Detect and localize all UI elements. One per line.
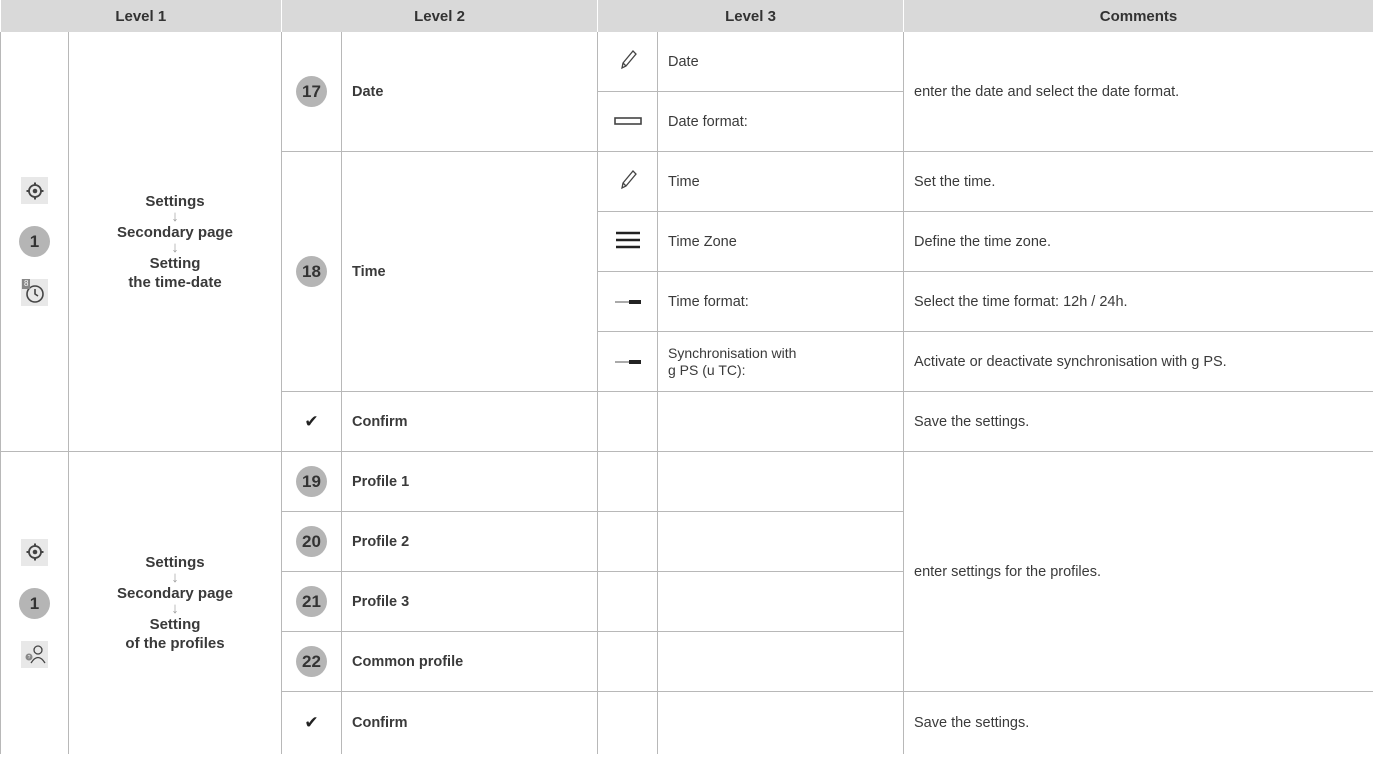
empty-cell [657,511,904,572]
step-18-badge: 18 [296,256,327,287]
path-step-profiles: of the profiles [125,635,225,652]
level1-path-profiles: Settings ↓ Secondary page ↓ Setting of t… [68,451,282,754]
secondary-page-number-icon: 1 [19,226,50,257]
time-number-cell: 18 [281,151,342,392]
checkmark-icon: ✔ [281,391,342,452]
level2-confirm: Confirm [341,691,598,754]
level3-time-zone: Time Zone [657,211,904,272]
level1-path-time-date: Settings ↓ Secondary page ↓ Setting the … [68,32,282,452]
empty-cell [597,511,658,572]
gps-sync-line1: Synchronisation with [668,344,797,361]
pencil-icon [597,151,658,212]
checkmark-icon: ✔ [281,691,342,754]
profile-number-cell: 21 [281,571,342,632]
step-17-badge: 17 [296,76,327,107]
comment-confirm: Save the settings. [903,391,1373,452]
table-row: 1 ? Settings ↓ Secondary page ↓ Setting … [0,451,1373,754]
level2-confirm: Confirm [341,391,598,452]
header-row: Level 1 Level 2 Level 3 Comments [0,0,1373,32]
date-number-cell: 17 [281,32,342,152]
path-arrow: ↓ [171,600,179,617]
header-comments: Comments [903,0,1373,32]
empty-cell [657,631,904,692]
pencil-icon [597,32,658,92]
comment-confirm: Save the settings. [903,691,1373,754]
empty-cell [657,451,904,512]
path-arrow: ↓ [171,569,179,586]
level3-gps-sync: Synchronisation with g PS (u TC): [657,331,904,392]
profile-number-cell: 19 [281,451,342,512]
secondary-page-number-icon: 1 [19,587,50,619]
comment-time-format: Select the time format: 12h / 24h. [903,271,1373,332]
comment-date: enter the date and select the date forma… [903,32,1373,152]
step-20-badge: 20 [296,526,327,557]
path-step-setting: Setting [149,616,201,633]
path-arrow: ↓ [171,238,179,256]
empty-cell [597,571,658,632]
level3-date-format: Date format: [657,91,904,152]
empty-cell [657,391,904,452]
level2-date: Date [341,32,598,152]
header-level1: Level 1 [0,0,282,32]
path-step-setting: Setting [149,254,201,272]
level1-icons-cell: 1 8 [0,32,69,452]
empty-cell [657,571,904,632]
list-menu-icon [597,211,658,272]
step-22-badge: 22 [296,646,327,677]
clock-badge: 8 [22,279,31,289]
level1-icons-cell: 1 ? [0,451,69,754]
comment-time: Set the time. [903,151,1373,212]
step-21-badge: 21 [296,586,327,617]
table-row: 1 8 Settings ↓ Secondary page ↓ Setting … [0,32,1373,452]
svg-text:?: ? [27,655,30,661]
empty-cell [597,391,658,452]
path-step-time-date: the time-date [128,273,222,291]
level3-time-format: Time format: [657,271,904,332]
empty-cell [597,631,658,692]
profile-number-cell: 20 [281,511,342,572]
level2-profile-3: Profile 3 [341,571,598,632]
level2-profile-2: Profile 2 [341,511,598,572]
level3-date: Date [657,32,904,92]
level2-time: Time [341,151,598,392]
gps-sync-line2: g PS (u TC): [668,361,746,378]
settings-table: Level 1 Level 2 Level 3 Comments 1 8 Set… [0,0,1373,754]
step-19-badge: 19 [296,466,327,497]
header-level2: Level 2 [281,0,598,32]
comment-profiles: enter settings for the profiles. [903,451,1373,692]
profiles-icon: ? [21,640,48,668]
empty-cell [597,451,658,512]
settings-gear-icon [21,538,48,566]
comment-time-zone: Define the time zone. [903,211,1373,272]
empty-cell [597,691,658,754]
path-arrow: ↓ [171,207,179,225]
comment-gps-sync: Activate or deactivate synchronisation w… [903,331,1373,392]
toggle-slider-icon [597,271,658,332]
input-field-icon [597,91,658,152]
level3-time: Time [657,151,904,212]
clock-icon: 8 [21,279,48,306]
settings-gear-icon [21,177,48,204]
profile-number-cell: 22 [281,631,342,692]
empty-cell [657,691,904,754]
level2-profile-1: Profile 1 [341,451,598,512]
toggle-slider-icon [597,331,658,392]
level2-common-profile: Common profile [341,631,598,692]
header-level3: Level 3 [597,0,904,32]
